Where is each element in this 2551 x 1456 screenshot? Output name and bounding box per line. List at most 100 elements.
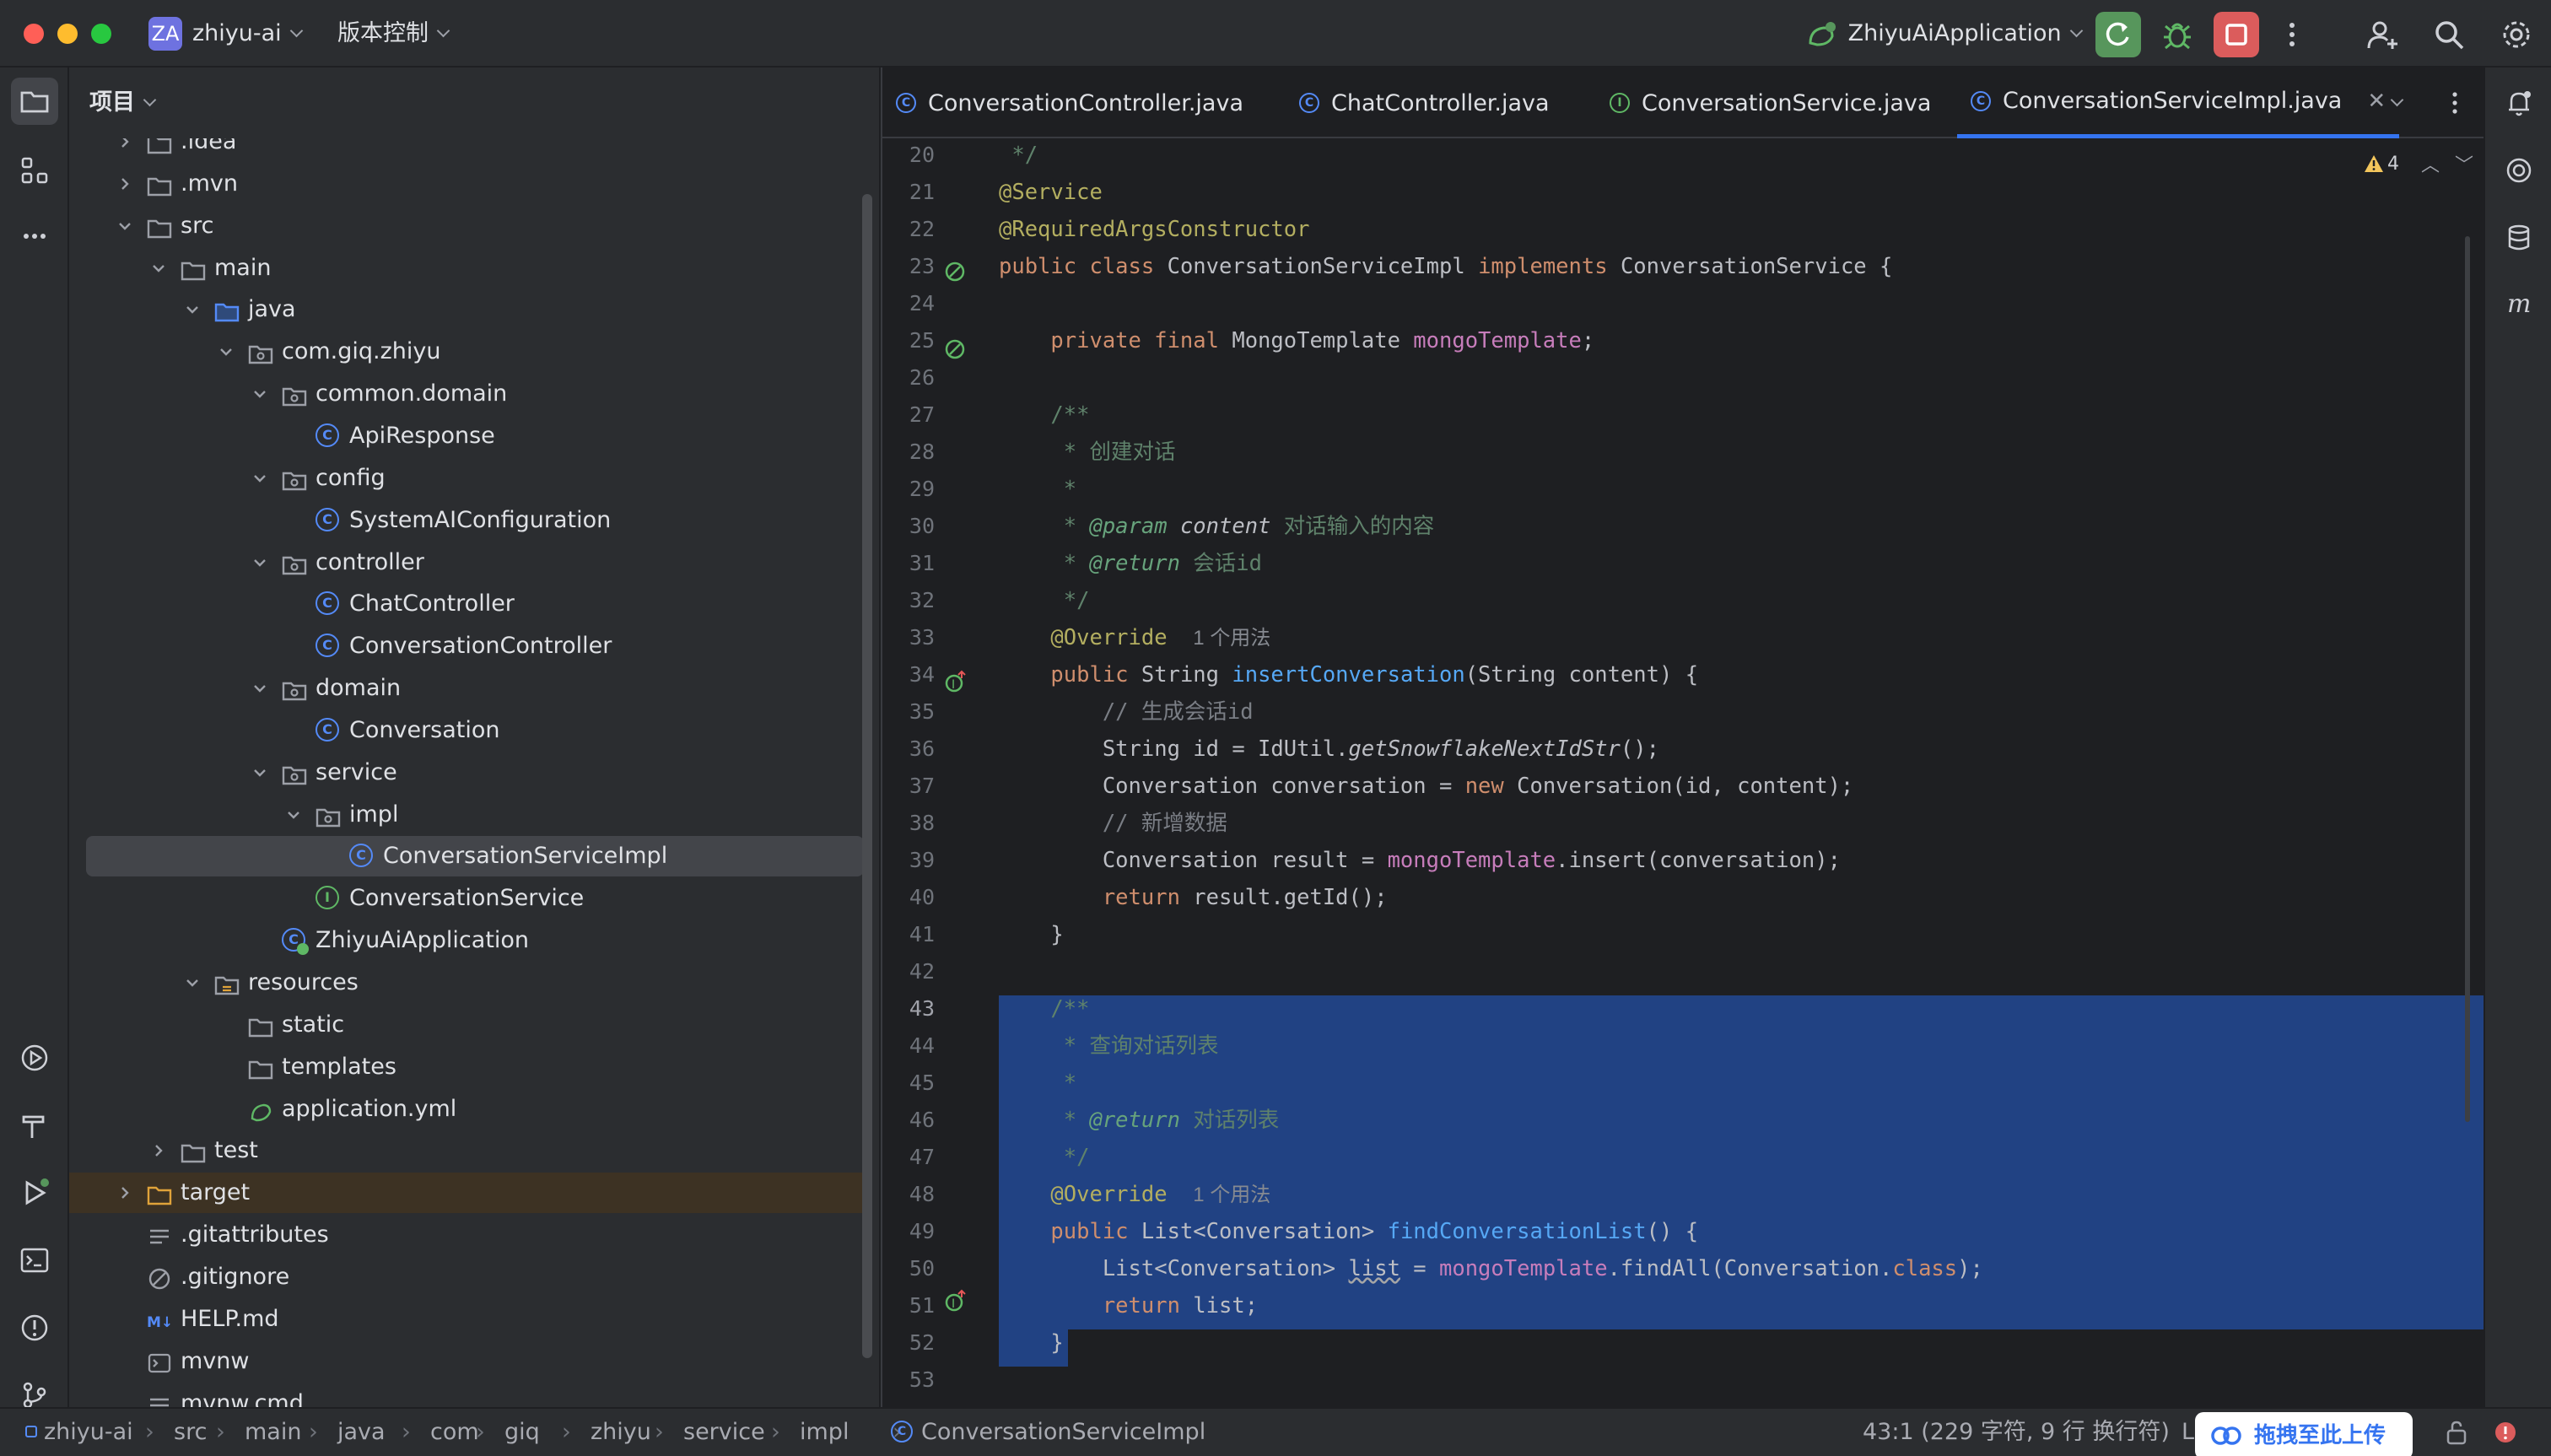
code-editor[interactable]: */ @Service @RequiredArgsConstructor pub… bbox=[999, 138, 2485, 1407]
tree-item[interactable]: .gitignore bbox=[86, 1257, 864, 1297]
project-view-selector[interactable]: 项目 bbox=[89, 86, 157, 120]
tab-conversation-service-impl[interactable]: C ConversationServiceImpl.java ✕ bbox=[1957, 67, 2400, 138]
zoom-window-button[interactable] bbox=[91, 24, 111, 44]
chevron-down-icon[interactable] bbox=[181, 963, 204, 1003]
close-window-button[interactable] bbox=[24, 24, 44, 44]
tree-item[interactable]: service bbox=[86, 752, 864, 793]
tree-item[interactable]: controller bbox=[86, 542, 864, 583]
tree-scrollbar[interactable] bbox=[862, 194, 872, 1358]
tree-item[interactable]: test bbox=[86, 1130, 864, 1171]
stop-button[interactable] bbox=[2214, 12, 2259, 57]
tab-chat-controller[interactable]: C ChatController.java bbox=[1299, 67, 1550, 138]
tree-item[interactable]: .gitattributes bbox=[86, 1215, 864, 1255]
vcs-menu[interactable]: 版本控制 bbox=[337, 17, 450, 51]
chevron-down-icon[interactable] bbox=[248, 752, 272, 793]
chevron-down-icon[interactable] bbox=[248, 374, 272, 414]
tree-item[interactable]: C ApiResponse bbox=[86, 416, 864, 456]
chevron-down-icon[interactable] bbox=[282, 795, 305, 835]
project-tool-button[interactable] bbox=[11, 78, 58, 125]
tree-item[interactable]: main bbox=[86, 248, 864, 289]
tree-item[interactable]: I ConversationService bbox=[86, 878, 864, 919]
chevron-down-icon[interactable] bbox=[248, 458, 272, 499]
editor-more-button[interactable] bbox=[2446, 67, 2463, 138]
run-config-selector[interactable]: ZhiyuAiApplication bbox=[1804, 17, 2083, 51]
tree-item[interactable]: static bbox=[86, 1005, 864, 1045]
problems-tool-button[interactable] bbox=[11, 1304, 58, 1351]
code-with-me-button[interactable] bbox=[2360, 12, 2406, 57]
implements-method-gutter-icon[interactable]: I bbox=[943, 1289, 968, 1314]
tree-item[interactable]: target bbox=[69, 1173, 864, 1214]
chevron-right-icon[interactable] bbox=[147, 1130, 170, 1171]
terminal-tool-button[interactable] bbox=[11, 1237, 58, 1284]
notifications-button[interactable] bbox=[2495, 79, 2543, 127]
tree-item[interactable]: C ConversationController bbox=[86, 626, 864, 666]
tab-conversation-service[interactable]: I ConversationService.java bbox=[1610, 67, 1931, 138]
more-actions-button[interactable] bbox=[2269, 12, 2315, 57]
tree-item[interactable]: impl bbox=[86, 795, 864, 835]
caret-position[interactable]: 43:1 (229 字符, 9 行 换行符) bbox=[1863, 1409, 2170, 1456]
project-switcher[interactable]: zhiyu-ai bbox=[192, 17, 303, 51]
breadcrumb-item[interactable]: zhiyu-ai bbox=[44, 1409, 133, 1456]
chevron-down-icon[interactable] bbox=[147, 248, 170, 289]
debug-button[interactable] bbox=[2155, 12, 2200, 57]
lock-icon[interactable] bbox=[2443, 1419, 2470, 1446]
tree-item[interactable]: common.domain bbox=[86, 374, 864, 414]
editor-scrollbar[interactable] bbox=[2465, 236, 2470, 1122]
breadcrumb-item[interactable]: main bbox=[245, 1409, 301, 1456]
database-button[interactable] bbox=[2495, 214, 2543, 262]
tree-item[interactable]: C SystemAIConfiguration bbox=[86, 500, 864, 541]
search-everywhere-button[interactable] bbox=[2426, 12, 2472, 57]
tree-item[interactable]: .mvn bbox=[86, 164, 864, 204]
spring-bean-gutter-icon[interactable] bbox=[943, 337, 968, 363]
breadcrumb-item[interactable]: zhiyu bbox=[591, 1409, 651, 1456]
usages-hint[interactable]: 1 个用法 bbox=[1193, 1184, 1270, 1206]
spring-bean-gutter-icon[interactable] bbox=[943, 260, 968, 285]
tree-item[interactable]: C ChatController bbox=[86, 584, 864, 624]
tree-item[interactable]: C ConversationServiceImpl bbox=[86, 836, 864, 877]
upload-drop-target[interactable]: 拖拽至此上传 bbox=[2195, 1412, 2413, 1456]
rerun-button[interactable] bbox=[2095, 12, 2141, 57]
chevron-down-icon[interactable] bbox=[248, 668, 272, 709]
tree-item[interactable]: domain bbox=[86, 668, 864, 709]
tree-item[interactable]: src bbox=[86, 206, 864, 246]
maven-tool-button[interactable]: m bbox=[2495, 280, 2543, 327]
chevron-right-icon[interactable] bbox=[113, 1173, 137, 1213]
breadcrumb-item[interactable]: src bbox=[174, 1409, 207, 1456]
breadcrumb-item[interactable]: java bbox=[337, 1409, 386, 1456]
breadcrumb-item[interactable]: impl bbox=[800, 1409, 849, 1456]
usages-hint[interactable]: 1 个用法 bbox=[1193, 627, 1270, 650]
chevron-down-icon[interactable] bbox=[113, 206, 137, 246]
tree-item[interactable]: java bbox=[86, 289, 864, 330]
error-indicator-icon[interactable] bbox=[2492, 1419, 2519, 1446]
project-badge[interactable]: ZA bbox=[148, 17, 182, 51]
tree-item[interactable]: M↓ HELP.md bbox=[86, 1299, 864, 1340]
tree-item[interactable]: templates bbox=[86, 1047, 864, 1087]
settings-button[interactable] bbox=[2494, 12, 2539, 57]
breadcrumb-item[interactable]: com bbox=[430, 1409, 479, 1456]
tree-item[interactable]: resources bbox=[86, 963, 864, 1003]
run-tool-button[interactable] bbox=[11, 1169, 58, 1216]
breadcrumb-item[interactable]: giq bbox=[504, 1409, 540, 1456]
minimize-window-button[interactable] bbox=[57, 24, 78, 44]
chevron-down-icon[interactable] bbox=[214, 332, 238, 372]
chevron-right-icon[interactable] bbox=[113, 138, 137, 162]
close-tab-icon[interactable]: ✕ bbox=[2367, 89, 2386, 114]
breadcrumb-item[interactable]: ConversationServiceImpl bbox=[921, 1409, 1205, 1456]
implements-method-gutter-icon[interactable]: I bbox=[943, 670, 968, 695]
ai-assistant-button[interactable] bbox=[2495, 147, 2543, 194]
tree-item[interactable]: mvnw.cmd bbox=[86, 1383, 864, 1407]
tree-item[interactable]: application.yml bbox=[86, 1089, 864, 1130]
tree-item[interactable]: C ZhiyuAiApplication bbox=[86, 920, 864, 961]
services-tool-button[interactable] bbox=[11, 1034, 58, 1081]
tree-item[interactable]: .idea bbox=[86, 138, 864, 162]
tabs-dropdown-button[interactable] bbox=[2390, 67, 2404, 138]
build-tool-button[interactable] bbox=[11, 1102, 58, 1149]
tree-item[interactable]: C Conversation bbox=[86, 710, 864, 751]
more-tools-button[interactable] bbox=[11, 213, 58, 260]
chevron-right-icon[interactable] bbox=[113, 164, 137, 204]
chevron-down-icon[interactable] bbox=[248, 542, 272, 583]
breadcrumb-item[interactable]: service bbox=[683, 1409, 765, 1456]
structure-tool-button[interactable] bbox=[11, 147, 58, 194]
tree-item[interactable]: mvnw bbox=[86, 1341, 864, 1382]
tab-conversation-controller[interactable]: C ConversationController.java bbox=[896, 67, 1243, 138]
